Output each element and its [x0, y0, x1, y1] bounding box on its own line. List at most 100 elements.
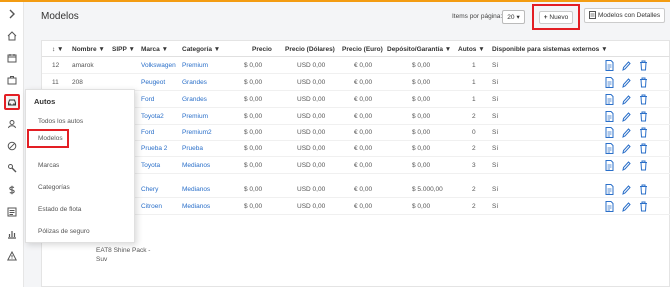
cell-cars: 2	[472, 203, 476, 210]
cell-avail: Sí	[492, 203, 499, 210]
cell-category[interactable]: Grandes	[182, 96, 207, 103]
cell-usd: USD 0,00	[297, 162, 326, 169]
items-per-page-value: 20	[507, 13, 515, 21]
cell-brand[interactable]: Volkswagen	[141, 62, 176, 69]
trash-icon[interactable]	[639, 127, 648, 138]
header-marca[interactable]: Marca ▼	[141, 46, 168, 53]
pencil-icon[interactable]	[622, 201, 631, 212]
cell-cars: 2	[472, 145, 476, 152]
cell-deposit: $ 0,00	[412, 113, 431, 120]
sort-id-header[interactable]: ↕ ▼	[52, 46, 64, 53]
document-icon[interactable]	[605, 111, 614, 122]
pencil-icon[interactable]	[622, 143, 631, 154]
cell-category[interactable]: Grandes	[182, 79, 207, 86]
cell-brand[interactable]: Prueba 2	[141, 145, 167, 152]
car-icon[interactable]	[4, 94, 20, 110]
trash-icon[interactable]	[639, 184, 648, 195]
trash-icon[interactable]	[639, 60, 648, 71]
new-button[interactable]: + Nuevo	[538, 10, 574, 24]
cell-name: amarok	[72, 62, 94, 69]
cell-brand[interactable]: Toyota2	[141, 113, 164, 120]
cell-eur: € 0,00	[354, 62, 373, 69]
cell-price: $ 0,00	[244, 162, 263, 169]
cell-deposit: $ 0,00	[412, 79, 431, 86]
cell-cars: 3	[472, 162, 476, 169]
cell-brand[interactable]: Citroen	[141, 203, 162, 210]
ban-icon[interactable]	[4, 138, 20, 154]
trash-icon[interactable]	[639, 111, 648, 122]
cell-category[interactable]: Prueba	[182, 145, 203, 152]
submenu-item-estado-de-flota[interactable]: Estado de flota	[38, 206, 81, 213]
cell-brand[interactable]: Ford	[141, 96, 154, 103]
table-row: Chery Medianos $ 0,00 USD 0,00 € 0,00 $ 5.000…	[42, 182, 670, 198]
table-row: Toyota2 Premium $ 0,00 USD 0,00 € 0,00 $ 0,00…	[42, 109, 670, 125]
header-nombre[interactable]: Nombre ▼	[72, 46, 105, 53]
document-icon[interactable]	[605, 77, 614, 88]
document-icon[interactable]	[605, 127, 614, 138]
cell-brand[interactable]: Ford	[141, 129, 154, 136]
cell-eur: € 0,00	[354, 79, 373, 86]
document-icon[interactable]	[605, 160, 614, 171]
table-row: 11 208 Peugeot Grandes $ 0,00 USD 0,00 € 0,00 $…	[42, 75, 670, 91]
pencil-icon[interactable]	[622, 60, 631, 71]
header-disponible[interactable]: Disponible para sistemas externos ▼	[492, 46, 608, 53]
cell-category[interactable]: Premium2	[182, 129, 212, 136]
cell-brand[interactable]: Toyota	[141, 162, 160, 169]
pencil-icon[interactable]	[622, 127, 631, 138]
header-autos[interactable]: Autos ▼	[458, 46, 485, 53]
document-icon[interactable]	[605, 184, 614, 195]
submenu-title: Autos	[34, 97, 56, 106]
models-with-details-button[interactable]: Modelos con Detalles	[584, 8, 666, 23]
submenu-item-polizas-de-seguro[interactable]: Pólizas de seguro	[38, 228, 90, 235]
user-icon[interactable]	[4, 116, 20, 132]
cell-category[interactable]: Medianos	[182, 203, 210, 210]
home-icon[interactable]	[4, 28, 20, 44]
pencil-icon[interactable]	[622, 160, 631, 171]
cell-avail: Sí	[492, 79, 499, 86]
pencil-icon[interactable]	[622, 77, 631, 88]
trash-icon[interactable]	[639, 201, 648, 212]
submenu-item-modelos[interactable]: Modelos	[38, 135, 63, 142]
submenu-item-categorias[interactable]: Categorías	[38, 184, 70, 191]
cell-cars: 2	[472, 186, 476, 193]
document-icon[interactable]	[605, 94, 614, 105]
submenu-item-todos-los-autos[interactable]: Todos los autos	[38, 118, 83, 125]
cell-avail: Sí	[492, 96, 499, 103]
tools-icon[interactable]	[4, 160, 20, 176]
submenu-item-marcas[interactable]: Marcas	[38, 162, 59, 169]
new-button-label: Nuevo	[549, 13, 569, 21]
new-button-highlight: + Nuevo	[532, 4, 580, 30]
briefcase-icon[interactable]	[4, 72, 20, 88]
trash-icon[interactable]	[639, 160, 648, 171]
header-categoria[interactable]: Categoría ▼	[182, 46, 220, 53]
chevron-right-icon[interactable]	[4, 6, 20, 22]
trash-icon[interactable]	[639, 77, 648, 88]
document-icon[interactable]	[605, 60, 614, 71]
header-sipp[interactable]: SIPP ▼	[112, 46, 135, 53]
cell-eur: € 0,00	[354, 113, 373, 120]
header-deposito[interactable]: Depósito/Garantía ▼	[387, 46, 451, 53]
dollar-icon[interactable]	[4, 182, 20, 198]
cell-category[interactable]: Medianos	[182, 162, 210, 169]
warning-icon[interactable]	[4, 248, 20, 264]
table-row: 12 amarok Volkswagen Premium $ 0,00 USD 0,00 €…	[42, 58, 670, 74]
cell-category[interactable]: Premium	[182, 113, 208, 120]
table-row: Citroen Medianos $ 0,00 USD 0,00 € 0,00 $ 0,0…	[42, 199, 670, 215]
items-per-page-select[interactable]: 20 ▾	[502, 10, 525, 24]
cell-cars: 1	[472, 96, 476, 103]
calendar-icon[interactable]	[4, 50, 20, 66]
pencil-icon[interactable]	[622, 111, 631, 122]
table-row: Toyota Medianos $ 0,00 USD 0,00 € 0,00 $ 0,00…	[42, 158, 670, 174]
cell-brand[interactable]: Peugeot	[141, 79, 165, 86]
cell-category[interactable]: Medianos	[182, 186, 210, 193]
document-icon[interactable]	[605, 143, 614, 154]
cell-brand[interactable]: Chery	[141, 186, 158, 193]
pencil-icon[interactable]	[622, 184, 631, 195]
document-icon[interactable]	[605, 201, 614, 212]
trash-icon[interactable]	[639, 94, 648, 105]
report-icon[interactable]	[4, 204, 20, 220]
pencil-icon[interactable]	[622, 94, 631, 105]
chart-icon[interactable]	[4, 226, 20, 242]
cell-category[interactable]: Premium	[182, 62, 208, 69]
trash-icon[interactable]	[639, 143, 648, 154]
